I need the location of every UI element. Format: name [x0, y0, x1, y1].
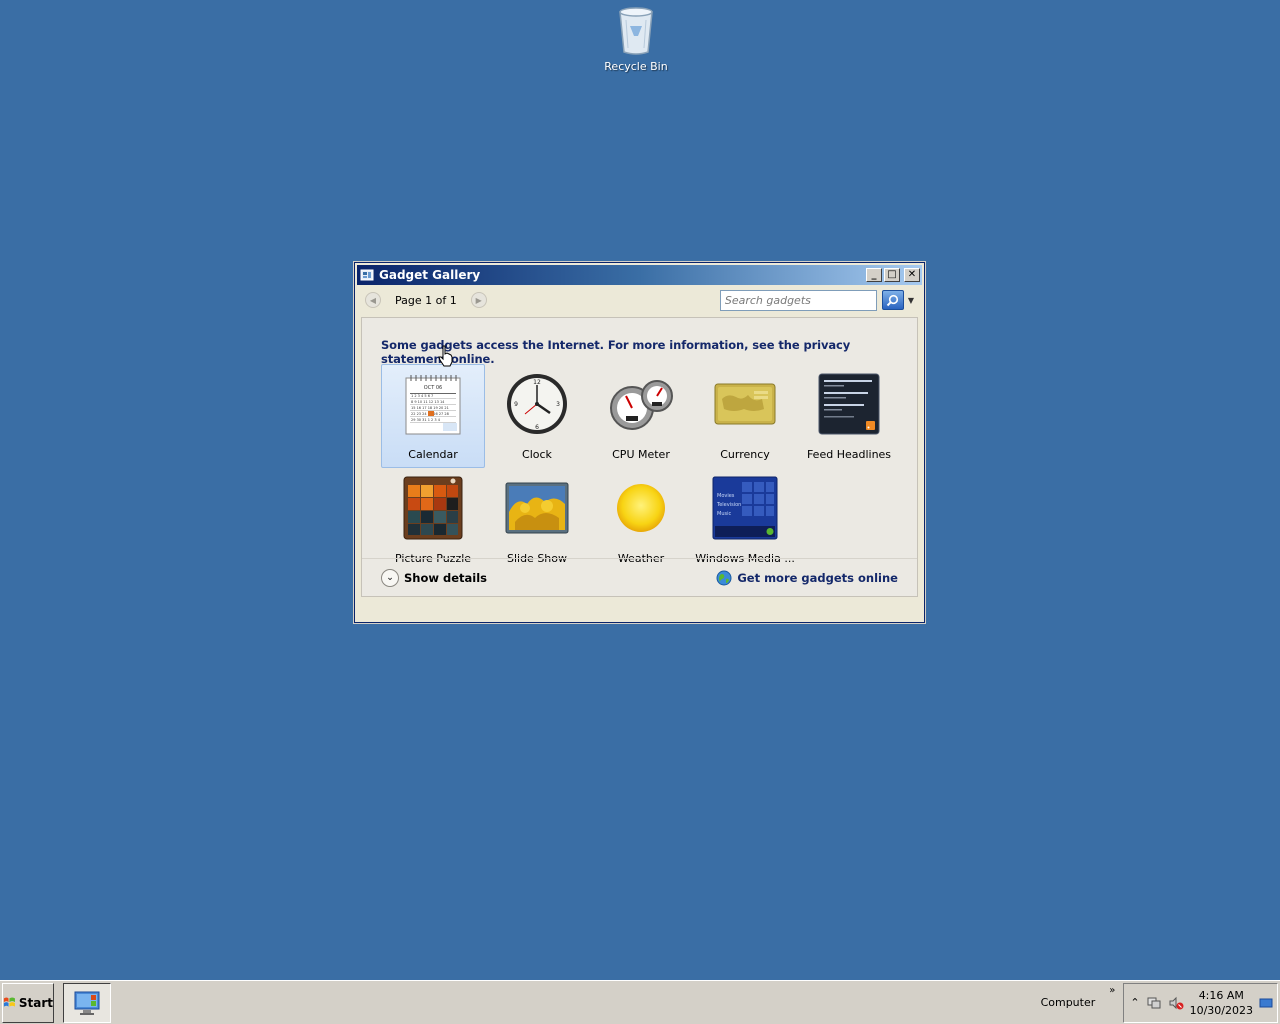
left-arrow-icon: ◀: [369, 295, 377, 305]
maximize-icon: □: [887, 269, 897, 280]
hand-cursor-icon: [438, 345, 453, 367]
pager: ◀ Page 1 of 1 ▶: [365, 292, 487, 308]
volume-muted-icon[interactable]: [1168, 995, 1184, 1011]
chevron-down-icon: ⌄: [381, 568, 399, 587]
gadget-name: Currency: [720, 448, 770, 461]
svg-text:6: 6: [535, 424, 539, 431]
gadget-grid: OCT 06 1 2 3 4 5 6 7 8 9 10 11 12 13 14: [381, 364, 911, 572]
minimize-button[interactable]: _: [866, 268, 882, 282]
clock-icon: 12 3 6 9: [507, 374, 567, 434]
gadget-weather[interactable]: Weather: [589, 468, 693, 572]
title-bar[interactable]: Gadget Gallery _ □ ✕: [357, 265, 922, 285]
clock-time: 4:16 AM: [1198, 988, 1244, 1002]
feed-headlines-icon: [818, 373, 880, 435]
gadget-calendar[interactable]: OCT 06 1 2 3 4 5 6 7 8 9 10 11 12 13 14: [381, 364, 485, 468]
gallery-footer: ⌄ Show details Get more gadgets online: [362, 558, 917, 596]
minimize-icon: _: [871, 269, 877, 280]
previous-page-button[interactable]: ◀: [365, 292, 381, 308]
right-arrow-icon: ▶: [475, 295, 482, 305]
svg-text:1 2 3 4 5 6 7: 1 2 3 4 5 6 7: [411, 394, 433, 398]
page-indicator: Page 1 of 1: [395, 293, 457, 307]
search-button[interactable]: [881, 290, 904, 310]
gadget-name: Feed Headlines: [806, 448, 892, 461]
start-button[interactable]: Start: [2, 982, 54, 1023]
search-icon: [887, 294, 899, 306]
tray-clock[interactable]: 4:16 AM 10/30/2023: [1190, 988, 1253, 1018]
maximize-button[interactable]: □: [884, 268, 900, 282]
windows-media-icon: Movies Television Music: [712, 476, 778, 540]
gadget-windows-media[interactable]: Movies Television Music Windows Media ..…: [693, 468, 797, 572]
gadget-name: Calendar: [408, 448, 458, 461]
show-desktop-icon[interactable]: [1259, 996, 1273, 1010]
picture-puzzle-icon: [403, 476, 463, 540]
clock-date: 10/30/2023: [1189, 1003, 1253, 1017]
gadget-name: Clock: [522, 448, 552, 461]
taskbar-app-gadgets[interactable]: [63, 982, 111, 1023]
window-title: Gadget Gallery: [379, 268, 481, 282]
recycle-bin-icon: [619, 7, 653, 55]
currency-icon: [714, 383, 776, 425]
recycle-bin-desktop-icon[interactable]: Recycle Bin: [600, 6, 672, 73]
slide-show-icon: [505, 482, 569, 534]
gadget-name: CPU Meter: [612, 448, 670, 461]
show-details-toggle[interactable]: ⌄ Show details: [381, 568, 488, 587]
cpu-meter-icon: [610, 380, 673, 430]
search-input[interactable]: Search gadgets: [719, 289, 877, 311]
start-label: Start: [18, 995, 53, 1010]
toolbar-expand-icon[interactable]: »: [1109, 985, 1115, 996]
gadget-slide-show[interactable]: Slide Show: [485, 468, 589, 572]
svg-text:12: 12: [533, 379, 541, 386]
calendar-icon: OCT 06 1 2 3 4 5 6 7 8 9 10 11 12 13 14: [405, 375, 461, 435]
taskbar: Start Computer » ⌃ 4:16 AM 10/30/2023: [0, 980, 1280, 1024]
gadget-gallery-window: Gadget Gallery _ □ ✕ ◀ Page 1 of 1 ▶ Sea…: [353, 261, 926, 624]
svg-text:9: 9: [514, 401, 518, 408]
close-icon: ✕: [907, 269, 917, 280]
recycle-bin-label: Recycle Bin: [604, 60, 668, 73]
privacy-notice-link[interactable]: Some gadgets access the Internet. For mo…: [381, 338, 917, 366]
gadget-clock[interactable]: 12 3 6 9 Clock: [485, 364, 589, 468]
get-more-gadgets-link[interactable]: Get more gadgets online: [716, 570, 898, 586]
svg-text:15 16 17 18 19 20 21: 15 16 17 18 19 20 21: [411, 406, 449, 410]
desktop-gadgets-icon: [74, 991, 100, 1015]
windows-logo-icon: [3, 996, 15, 1007]
system-tray: ⌃ 4:16 AM 10/30/2023: [1123, 982, 1278, 1023]
computer-toolbar-label[interactable]: Computer: [1041, 996, 1096, 1009]
svg-text:3: 3: [556, 401, 560, 408]
gadget-picture-puzzle[interactable]: Picture Puzzle: [381, 468, 485, 572]
search-options-dropdown[interactable]: ▼: [908, 296, 914, 305]
gallery-toolbar: ◀ Page 1 of 1 ▶ Search gadgets ▼: [357, 285, 922, 315]
gadget-feed-headlines[interactable]: Feed Headlines: [797, 364, 901, 468]
close-button[interactable]: ✕: [904, 268, 920, 282]
svg-text:Music: Music: [717, 511, 731, 517]
gadget-currency[interactable]: Currency: [693, 364, 797, 468]
gadget-gallery-icon: [360, 269, 374, 281]
next-page-button[interactable]: ▶: [470, 292, 487, 308]
gadget-cpu-meter[interactable]: CPU Meter: [589, 364, 693, 468]
get-more-gadgets-label: Get more gadgets online: [737, 570, 898, 585]
network-icon[interactable]: [1146, 995, 1162, 1011]
svg-text:29 30 31 1 2 3 4: 29 30 31 1 2 3 4: [411, 418, 441, 422]
show-hidden-icons-icon[interactable]: ⌃: [1130, 996, 1139, 1009]
svg-text:OCT 06: OCT 06: [424, 385, 442, 391]
svg-text:Television: Television: [716, 502, 741, 508]
svg-text:Movies: Movies: [717, 493, 735, 499]
svg-text:8 9 10 11 12 13 14: 8 9 10 11 12 13 14: [411, 400, 445, 404]
globe-icon: [716, 570, 732, 585]
show-details-label: Show details: [404, 570, 488, 585]
weather-icon: [617, 484, 665, 532]
